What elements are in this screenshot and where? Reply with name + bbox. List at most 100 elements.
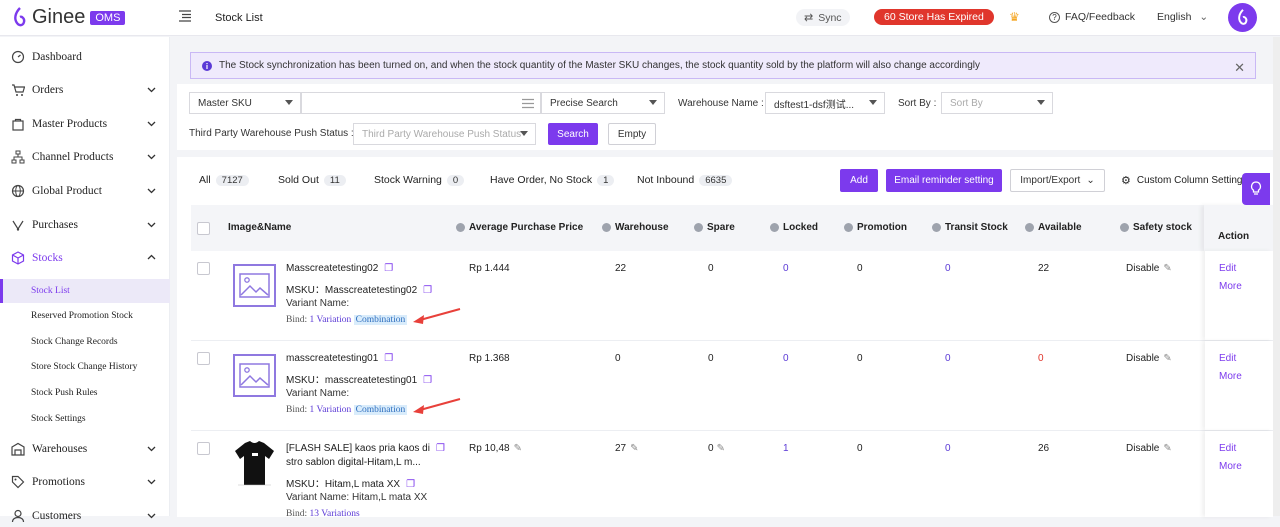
row-checkbox[interactable] — [197, 442, 210, 455]
action-cell: Edit More — [1205, 341, 1273, 430]
batch-list-icon[interactable] — [522, 98, 534, 109]
locked-qty[interactable]: 0 — [783, 353, 789, 364]
search-button[interactable]: Search — [548, 123, 598, 145]
search-mode-select[interactable]: Precise Search — [541, 92, 665, 114]
tab-have-order-no-stock[interactable]: Have Order, No Stock 1 — [490, 174, 615, 186]
select-all-checkbox[interactable] — [197, 222, 210, 235]
product-msku: MSKU：Hitam,L mata XX ❐ — [286, 475, 415, 490]
table-header: Image&Name Average Purchase Price Wareho… — [191, 205, 1273, 251]
edit-link[interactable]: Edit — [1219, 443, 1236, 454]
copy-icon[interactable]: ❐ — [436, 443, 445, 454]
safety-stock: Disable ✎ — [1126, 263, 1172, 274]
edit-link[interactable]: Edit — [1219, 263, 1236, 274]
sidebar-subitem-store-stock-change-history[interactable]: Store Stock Change History — [0, 355, 170, 379]
logo[interactable]: Ginee OMS — [12, 6, 126, 29]
warehouse-value: dsftest1-dsf测试... — [774, 99, 855, 111]
crown-icon[interactable]: ♛ — [1009, 10, 1020, 24]
stock-list-panel: All 7127 Sold Out 11 Stock Warning 0 Have O… — [177, 157, 1273, 519]
edit-pencil-icon[interactable]: ✎ — [1163, 353, 1171, 364]
copy-icon[interactable]: ❐ — [406, 479, 415, 490]
cart-icon — [12, 84, 25, 96]
tab-all[interactable]: All 7127 — [199, 174, 249, 186]
sidebar-subitem-reserved-promotion-stock[interactable]: Reserved Promotion Stock — [0, 304, 170, 328]
info-icon[interactable] — [770, 223, 779, 232]
edit-pencil-icon[interactable]: ✎ — [1163, 443, 1171, 454]
sidebar-subitem-stock-settings[interactable]: Stock Settings — [0, 407, 170, 431]
third-party-select[interactable]: Third Party Warehouse Push Status — [353, 123, 536, 145]
sidebar-item-master-products[interactable]: Master Products — [0, 113, 170, 135]
sidebar-item-warehouses[interactable]: Warehouses — [0, 438, 170, 460]
info-icon[interactable] — [602, 223, 611, 232]
transit-qty[interactable]: 0 — [945, 263, 951, 274]
language-selector[interactable]: English ⌄ — [1157, 11, 1208, 23]
info-icon[interactable] — [694, 223, 703, 232]
edit-pencil-icon[interactable]: ✎ — [717, 443, 725, 454]
spare-qty: 0 ✎ — [708, 443, 725, 454]
transit-qty[interactable]: 0 — [945, 443, 951, 454]
more-link[interactable]: More — [1219, 281, 1242, 292]
search-type-select[interactable]: Master SKU — [189, 92, 301, 114]
sidebar-item-promotions[interactable]: Promotions — [0, 471, 170, 493]
sidebar-item-stocks[interactable]: Stocks — [0, 247, 170, 269]
more-link[interactable]: More — [1219, 461, 1242, 472]
sidebar-subitem-stock-push-rules[interactable]: Stock Push Rules — [0, 381, 170, 405]
sidebar-item-orders[interactable]: Orders — [0, 79, 170, 101]
info-icon[interactable] — [1120, 223, 1129, 232]
transit-qty[interactable]: 0 — [945, 353, 951, 364]
avg-price: Rp 1.444 — [469, 263, 510, 274]
info-icon[interactable] — [456, 223, 465, 232]
info-icon[interactable] — [932, 223, 941, 232]
more-link[interactable]: More — [1219, 371, 1242, 382]
custom-column-button[interactable]: ⚙ Custom Column Setting — [1121, 169, 1251, 192]
safety-stock-value: Disable — [1126, 263, 1160, 274]
sidebar-item-channel-products[interactable]: Channel Products — [0, 146, 170, 168]
sidebar-item-customers[interactable]: Customers — [0, 505, 170, 527]
info-icon[interactable] — [1025, 223, 1034, 232]
sidebar-item-purchases[interactable]: Purchases — [0, 214, 170, 236]
store-expired-badge[interactable]: 60 Store Has Expired — [874, 9, 994, 25]
page-scrollbar[interactable] — [1273, 37, 1280, 516]
tab-label: Stock Warning — [374, 174, 442, 186]
empty-button[interactable]: Empty — [608, 123, 656, 145]
bind-variation-link[interactable]: 1 Variation — [310, 405, 352, 415]
help-bulb-button[interactable] — [1242, 173, 1270, 205]
tab-not-inbound[interactable]: Not Inbound 6635 — [637, 174, 733, 186]
search-input[interactable] — [301, 92, 541, 114]
tab-count: 1 — [597, 174, 615, 186]
avatar[interactable] — [1228, 3, 1257, 32]
menu-toggle-icon[interactable] — [178, 9, 192, 23]
tab-stock-warning[interactable]: Stock Warning 0 — [374, 174, 465, 186]
edit-pencil-icon[interactable]: ✎ — [630, 443, 638, 454]
bind-variation-link[interactable]: 13 Variations — [310, 509, 360, 519]
edit-pencil-icon[interactable]: ✎ — [1163, 263, 1171, 274]
sidebar-subitem-stock-list[interactable]: Stock List — [0, 279, 170, 303]
logo-text: Ginee — [32, 6, 86, 28]
tab-sold-out[interactable]: Sold Out 11 — [278, 174, 346, 186]
sync-button[interactable]: ⇄ Sync — [796, 9, 850, 26]
sort-select[interactable]: Sort By — [941, 92, 1053, 114]
faq-link[interactable]: ? FAQ/Feedback — [1049, 11, 1135, 23]
email-reminder-button[interactable]: Email reminder setting — [886, 169, 1002, 192]
locked-qty[interactable]: 0 — [783, 263, 789, 274]
locked-qty[interactable]: 1 — [783, 443, 789, 454]
row-checkbox[interactable] — [197, 352, 210, 365]
sidebar-item-label: Promotions — [32, 476, 86, 488]
sidebar-item-global-product[interactable]: Global Product — [0, 180, 170, 202]
warehouse-select[interactable]: dsftest1-dsf测试... — [765, 92, 885, 114]
copy-icon[interactable]: ❐ — [384, 263, 393, 274]
import-export-button[interactable]: Import/Export ⌄ — [1010, 169, 1105, 192]
edit-pencil-icon[interactable]: ✎ — [514, 443, 522, 454]
info-icon[interactable] — [844, 223, 853, 232]
add-button[interactable]: Add — [840, 169, 878, 192]
row-checkbox[interactable] — [197, 262, 210, 275]
copy-icon[interactable]: ❐ — [384, 353, 393, 364]
copy-icon[interactable]: ❐ — [423, 375, 432, 386]
sidebar-item-dashboard[interactable]: Dashboard — [0, 46, 170, 68]
column-label: Available — [1038, 222, 1082, 233]
edit-link[interactable]: Edit — [1219, 353, 1236, 364]
copy-icon[interactable]: ❐ — [423, 285, 432, 296]
sidebar-subitem-stock-change-records[interactable]: Stock Change Records — [0, 330, 170, 354]
bind-variation-link[interactable]: 1 Variation — [310, 315, 352, 325]
close-icon[interactable]: ✕ — [1234, 60, 1245, 76]
tab-count: 7127 — [215, 174, 249, 186]
